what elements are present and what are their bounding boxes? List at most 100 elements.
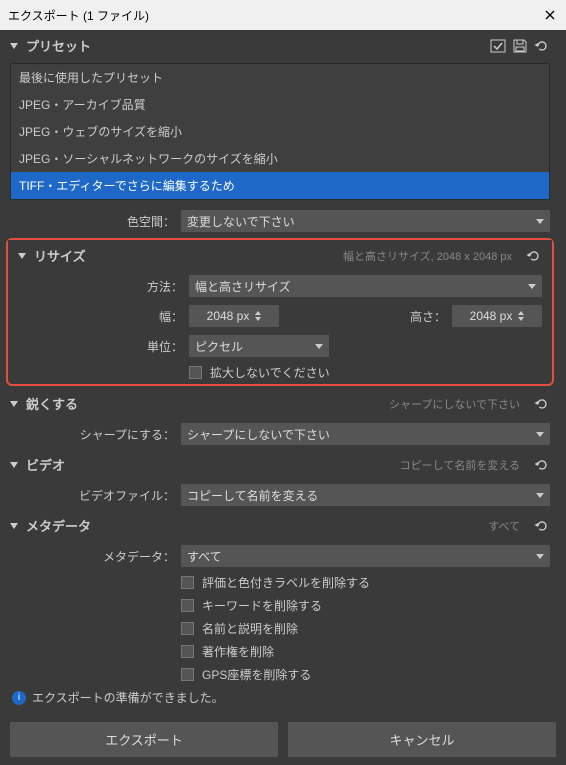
height-value: 2048 px (470, 309, 513, 323)
preset-item[interactable]: JPEG・アーカイブ品質 (11, 91, 549, 118)
meta-check-keywords[interactable] (181, 599, 194, 612)
no-upscale-row: 拡大しないでください (8, 361, 552, 384)
chevron-down-icon (10, 400, 18, 408)
section-sharpen-header[interactable]: 鋭くする シャープにしないで下さい (0, 388, 560, 419)
chevron-down-icon (10, 42, 18, 50)
spin-up-icon[interactable] (255, 311, 261, 316)
section-resize-header[interactable]: リサイズ 幅と高さリサイズ, 2048 x 2048 px (8, 240, 552, 271)
meta-check-caption[interactable] (181, 622, 194, 635)
chevron-down-icon (536, 493, 544, 498)
method-select[interactable]: 幅と高さリサイズ (189, 275, 542, 297)
section-metadata-header[interactable]: メタデータ すべて (0, 510, 560, 541)
meta-check-row: GPS座標を削除する (0, 663, 560, 681)
chevron-down-icon (536, 219, 544, 224)
preset-apply-icon[interactable] (490, 38, 506, 54)
width-value: 2048 px (207, 309, 250, 323)
unit-value: ピクセル (195, 338, 243, 355)
metadata-value: すべて (187, 548, 222, 565)
spin-down-icon[interactable] (255, 317, 261, 322)
colorspace-value: 変更しないで下さい (187, 213, 295, 230)
unit-row: 単位： ピクセル (8, 331, 552, 361)
resize-highlight: リサイズ 幅と高さリサイズ, 2048 x 2048 px 方法： 幅と高さリサ… (6, 238, 554, 386)
width-label: 幅： (18, 308, 183, 325)
meta-check-label: 名前と説明を削除 (202, 620, 298, 637)
meta-check-row: キーワードを削除する (0, 594, 560, 617)
meta-check-row: 名前と説明を削除 (0, 617, 560, 640)
export-button[interactable]: エクスポート (10, 722, 278, 757)
resize-title: リサイズ (34, 246, 86, 265)
sharpen-row: シャープにする： シャープにしないで下さい (0, 419, 560, 449)
revert-icon[interactable] (534, 457, 550, 473)
video-row: ビデオファイル： コピーして名前を変える (0, 480, 560, 510)
chevron-down-icon (18, 252, 26, 260)
preset-item[interactable]: 最後に使用したプリセット (11, 64, 549, 91)
revert-icon[interactable] (534, 518, 550, 534)
colorspace-label: 色空間： (10, 213, 175, 230)
unit-label: 単位： (18, 338, 183, 355)
preset-revert-icon[interactable] (534, 38, 550, 54)
meta-check-copyright[interactable] (181, 645, 194, 658)
colorspace-row: 色空間： 変更しないで下さい (0, 206, 560, 236)
video-title: ビデオ (26, 455, 65, 474)
meta-check-gps[interactable] (181, 668, 194, 681)
dialog-content: プリセット 最後に使用したプリセット JPEG・アーカイブ品質 JPEG・ウェブ… (0, 30, 566, 765)
preset-item-selected[interactable]: TIFF・エディターでさらに編集するため (11, 172, 549, 199)
colorspace-select[interactable]: 変更しないで下さい (181, 210, 550, 232)
sharpen-select[interactable]: シャープにしないで下さい (181, 423, 550, 445)
meta-check-label: 評価と色付きラベルを削除する (202, 574, 370, 591)
close-icon[interactable] (542, 7, 558, 23)
status-bar: i エクスポートの準備ができました。 (0, 681, 566, 714)
method-row: 方法： 幅と高さリサイズ (8, 271, 552, 301)
section-video-header[interactable]: ビデオ コピーして名前を変える (0, 449, 560, 480)
preset-save-icon[interactable] (512, 38, 528, 54)
info-icon: i (12, 691, 26, 705)
revert-icon[interactable] (526, 248, 542, 264)
video-select[interactable]: コピーして名前を変える (181, 484, 550, 506)
video-summary: コピーして名前を変える (400, 457, 520, 473)
section-presets-header[interactable]: プリセット (0, 30, 560, 61)
video-value: コピーして名前を変える (187, 487, 318, 504)
height-input[interactable]: 2048 px (452, 305, 542, 327)
dimensions-row: 幅： 2048 px 高さ： 2048 px (8, 301, 552, 331)
no-upscale-checkbox[interactable] (189, 366, 202, 379)
sharpen-title: 鋭くする (26, 394, 78, 413)
status-text: エクスポートの準備ができました。 (32, 689, 224, 706)
preset-item[interactable]: JPEG・ソーシャルネットワークのサイズを縮小 (11, 145, 549, 172)
meta-check-row: 著作権を削除 (0, 640, 560, 663)
no-upscale-label: 拡大しないでください (210, 364, 330, 381)
height-label: 高さ： (410, 308, 446, 325)
chevron-down-icon (10, 461, 18, 469)
method-value: 幅と高さリサイズ (195, 278, 291, 295)
chevron-down-icon (536, 554, 544, 559)
metadata-label: メタデータ： (10, 548, 175, 565)
metadata-select[interactable]: すべて (181, 545, 550, 567)
metadata-summary: すべて (488, 518, 520, 534)
chevron-down-icon (10, 522, 18, 530)
footer: エクスポート キャンセル (0, 714, 566, 765)
chevron-down-icon (315, 344, 323, 349)
presets-title: プリセット (26, 36, 91, 55)
width-input[interactable]: 2048 px (189, 305, 279, 327)
sharpen-label: シャープにする： (10, 426, 175, 443)
preset-item[interactable]: JPEG・ウェブのサイズを縮小 (11, 118, 549, 145)
spin-up-icon[interactable] (518, 311, 524, 316)
revert-icon[interactable] (534, 396, 550, 412)
meta-check-row: 評価と色付きラベルを削除する (0, 571, 560, 594)
sharpen-value: シャープにしないで下さい (187, 426, 330, 443)
meta-check-rating[interactable] (181, 576, 194, 589)
sharpen-summary: シャープにしないで下さい (389, 396, 520, 412)
titlebar: エクスポート (1 ファイル) (0, 0, 566, 30)
method-label: 方法： (18, 278, 183, 295)
resize-summary: 幅と高さリサイズ, 2048 x 2048 px (343, 248, 512, 264)
video-label: ビデオファイル： (10, 487, 175, 504)
cancel-button[interactable]: キャンセル (288, 722, 556, 757)
scroll-area[interactable]: プリセット 最後に使用したプリセット JPEG・アーカイブ品質 JPEG・ウェブ… (0, 30, 566, 681)
meta-check-label: 著作権を削除 (202, 643, 274, 660)
unit-select[interactable]: ピクセル (189, 335, 329, 357)
meta-check-label: GPS座標を削除する (202, 666, 311, 681)
window-title: エクスポート (1 ファイル) (8, 7, 149, 24)
spin-down-icon[interactable] (518, 317, 524, 322)
metadata-row: メタデータ： すべて (0, 541, 560, 571)
chevron-down-icon (528, 284, 536, 289)
metadata-title: メタデータ (26, 516, 91, 535)
